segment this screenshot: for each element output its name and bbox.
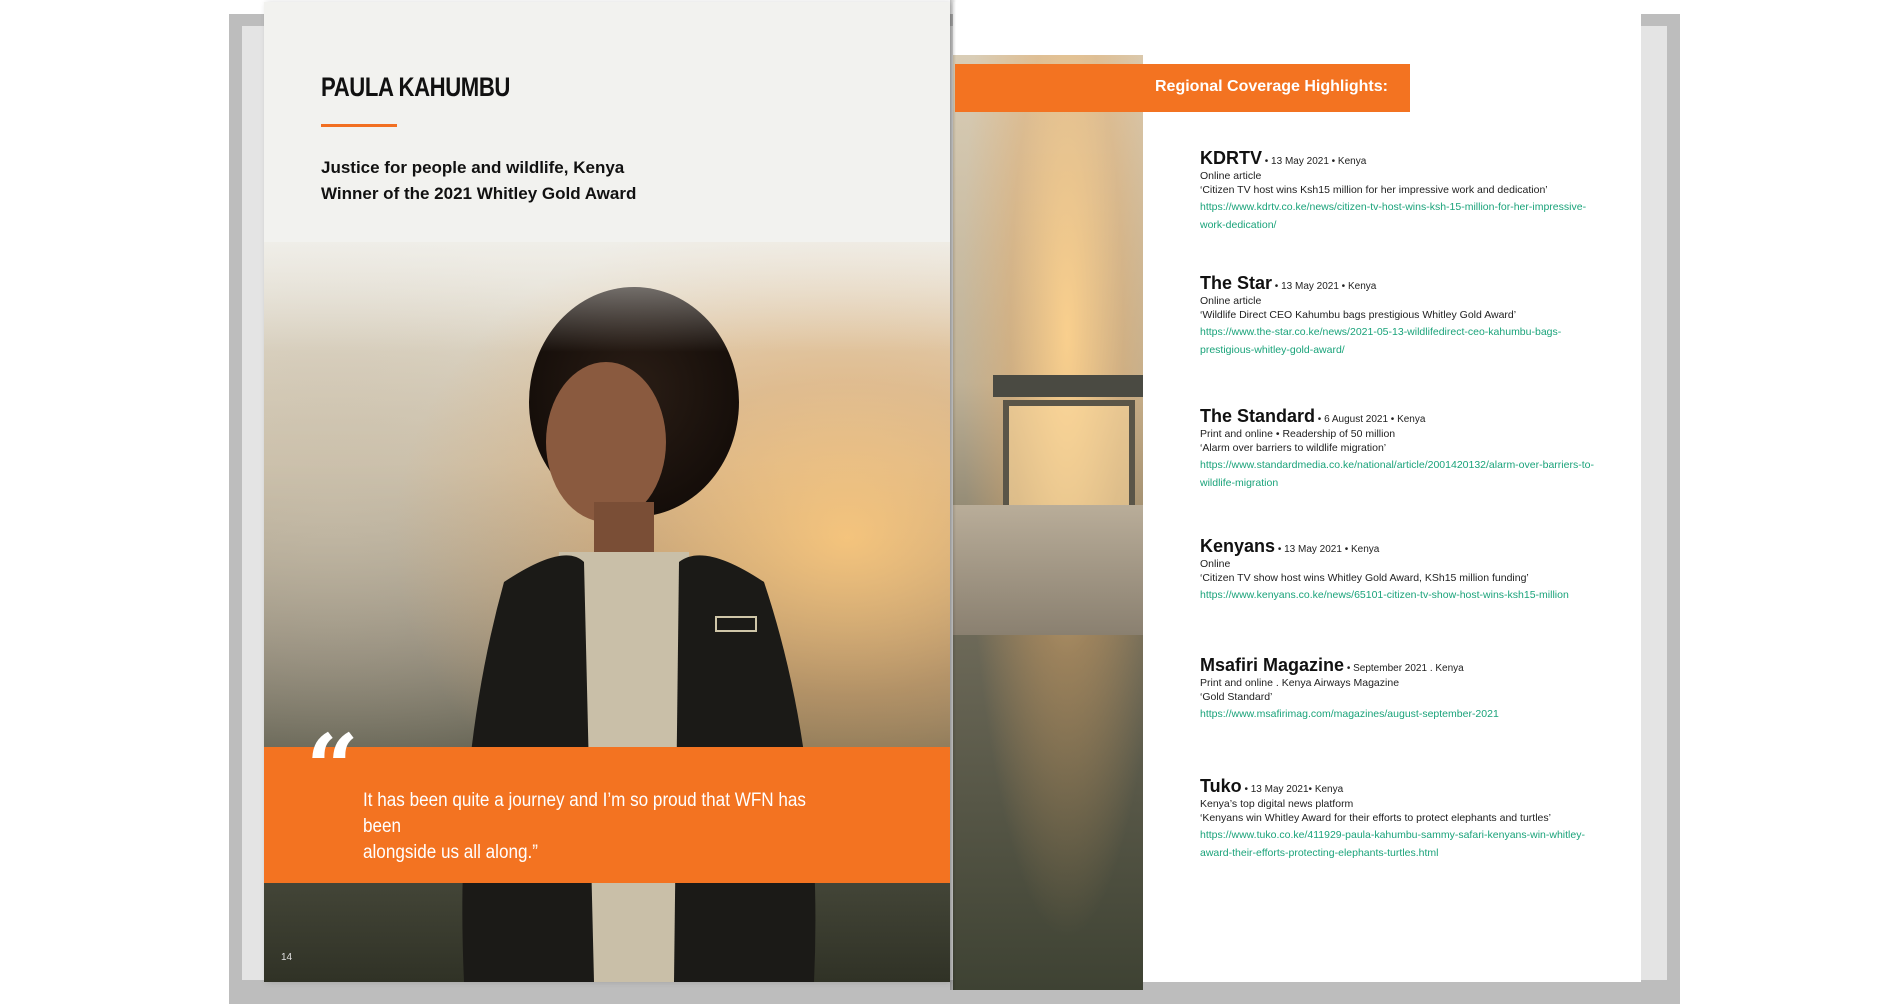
entry-meta: • 13 May 2021 • Kenya — [1275, 544, 1380, 555]
entry-meta: • 13 May 2021• Kenya — [1241, 784, 1344, 795]
entry-link[interactable]: https://www.kdrtv.co.ke/news/citizen-tv-… — [1200, 201, 1586, 231]
coverage-header: Regional Coverage Highlights: — [955, 64, 1410, 112]
entry-link-line-2[interactable]: wildlife-migration — [1200, 477, 1278, 489]
entry-link-line-1[interactable]: https://www.standardmedia.co.ke/national… — [1200, 459, 1594, 471]
subtitle: Justice for people and wildlife, Kenya W… — [321, 155, 636, 207]
entry-link-line-2[interactable]: prestigious-whitley-gold-award/ — [1200, 344, 1345, 356]
quote-line-1: It has been quite a journey and I’m so p… — [363, 790, 806, 837]
entry-source: Tuko — [1200, 776, 1242, 796]
entry-link-line-2[interactable]: award-their-efforts-protecting-elephants… — [1200, 847, 1439, 859]
entry-type: Print and online . Kenya Airways Magazin… — [1200, 677, 1400, 689]
coverage-entry-kenyans: Kenyans • 13 May 2021 • Kenya Online ‘Ci… — [1200, 536, 1620, 603]
entry-type: Kenya’s top digital news platform — [1200, 798, 1354, 810]
page-number: 14 — [281, 952, 293, 963]
entry-headline: ‘Citizen TV host wins Ksh15 million for … — [1200, 184, 1548, 196]
entry-source: Kenyans — [1200, 536, 1276, 556]
entry-link[interactable]: https://www.kenyans.co.ke/news/65101-cit… — [1200, 589, 1569, 601]
coverage-entry-tuko: Tuko • 13 May 2021• Kenya Kenya’s top di… — [1200, 776, 1620, 861]
vehicle-roof — [993, 375, 1143, 397]
entry-source: KDRTV — [1200, 148, 1262, 168]
quote-mark-icon: “ — [306, 714, 359, 822]
entry-link-line-1[interactable]: https://www.msafirimag.com/magazines/aug… — [1200, 708, 1499, 720]
coverage-entry-the-star: The Star • 13 May 2021 • Kenya Online ar… — [1200, 273, 1620, 358]
entry-type: Print and online • Readership of 50 mill… — [1200, 428, 1396, 440]
entry-source: The Star — [1200, 273, 1273, 293]
coverage-entry-msafiri: Msafiri Magazine • September 2021 . Keny… — [1200, 655, 1620, 722]
entry-meta: • 13 May 2021 • Kenya — [1272, 281, 1377, 292]
entry-link[interactable]: https://www.tuko.co.ke/411929-paula-kahu… — [1200, 829, 1585, 859]
quote-line-2: alongside us all along.” — [363, 842, 538, 863]
page-title: PAULA KAHUMBU — [321, 72, 510, 102]
entry-type: Online — [1200, 558, 1231, 570]
entry-link-line-1[interactable]: https://www.kenyans.co.ke/news/65101-cit… — [1200, 589, 1569, 601]
title-underline — [321, 124, 397, 127]
book-spine — [950, 0, 956, 990]
entry-link[interactable]: https://www.msafirimag.com/magazines/aug… — [1200, 708, 1499, 720]
entry-headline: ‘Kenyans win Whitley Award for their eff… — [1200, 812, 1551, 824]
entry-source: The Standard — [1200, 406, 1316, 426]
coverage-entry-kdrtv: KDRTV • 13 May 2021 • Kenya Online artic… — [1200, 148, 1620, 233]
vehicle-photo — [953, 55, 1143, 990]
vehicle-window — [1003, 400, 1135, 522]
entry-link[interactable]: https://www.standardmedia.co.ke/national… — [1200, 459, 1594, 489]
left-page: PAULA KAHUMBU Justice for people and wil… — [264, 2, 950, 982]
entry-link-line-1[interactable]: https://www.kdrtv.co.ke/news/citizen-tv-… — [1200, 201, 1586, 213]
entry-meta: • 13 May 2021 • Kenya — [1262, 156, 1367, 167]
entry-meta: • 6 August 2021 • Kenya — [1315, 414, 1426, 425]
entry-link-line-2[interactable]: work-dedication/ — [1200, 219, 1276, 231]
entry-link-line-1[interactable]: https://www.the-star.co.ke/news/2021-05-… — [1200, 326, 1561, 338]
quote-text: It has been quite a journey and I’m so p… — [363, 788, 831, 866]
entry-headline: ‘Wildlife Direct CEO Kahumbu bags presti… — [1200, 309, 1517, 321]
entry-headline: ‘Citizen TV show host wins Whitley Gold … — [1200, 572, 1529, 584]
entry-link[interactable]: https://www.the-star.co.ke/news/2021-05-… — [1200, 326, 1561, 356]
entry-source: Msafiri Magazine — [1200, 655, 1345, 675]
vehicle-body — [953, 505, 1143, 635]
entry-meta: • September 2021 . Kenya — [1344, 663, 1464, 674]
entry-headline: ‘Gold Standard’ — [1200, 691, 1273, 703]
entry-headline: ‘Alarm over barriers to wildlife migrati… — [1200, 442, 1387, 454]
entry-type: Online article — [1200, 170, 1262, 182]
subtitle-line-1: Justice for people and wildlife, Kenya — [321, 158, 625, 177]
entry-type: Online article — [1200, 295, 1262, 307]
coverage-header-label: Regional Coverage Highlights: — [1155, 78, 1388, 95]
subtitle-line-2: Winner of the 2021 Whitley Gold Award — [321, 184, 637, 203]
coverage-entry-the-standard: The Standard • 6 August 2021 • Kenya Pri… — [1200, 406, 1620, 491]
entry-link-line-1[interactable]: https://www.tuko.co.ke/411929-paula-kahu… — [1200, 829, 1585, 841]
